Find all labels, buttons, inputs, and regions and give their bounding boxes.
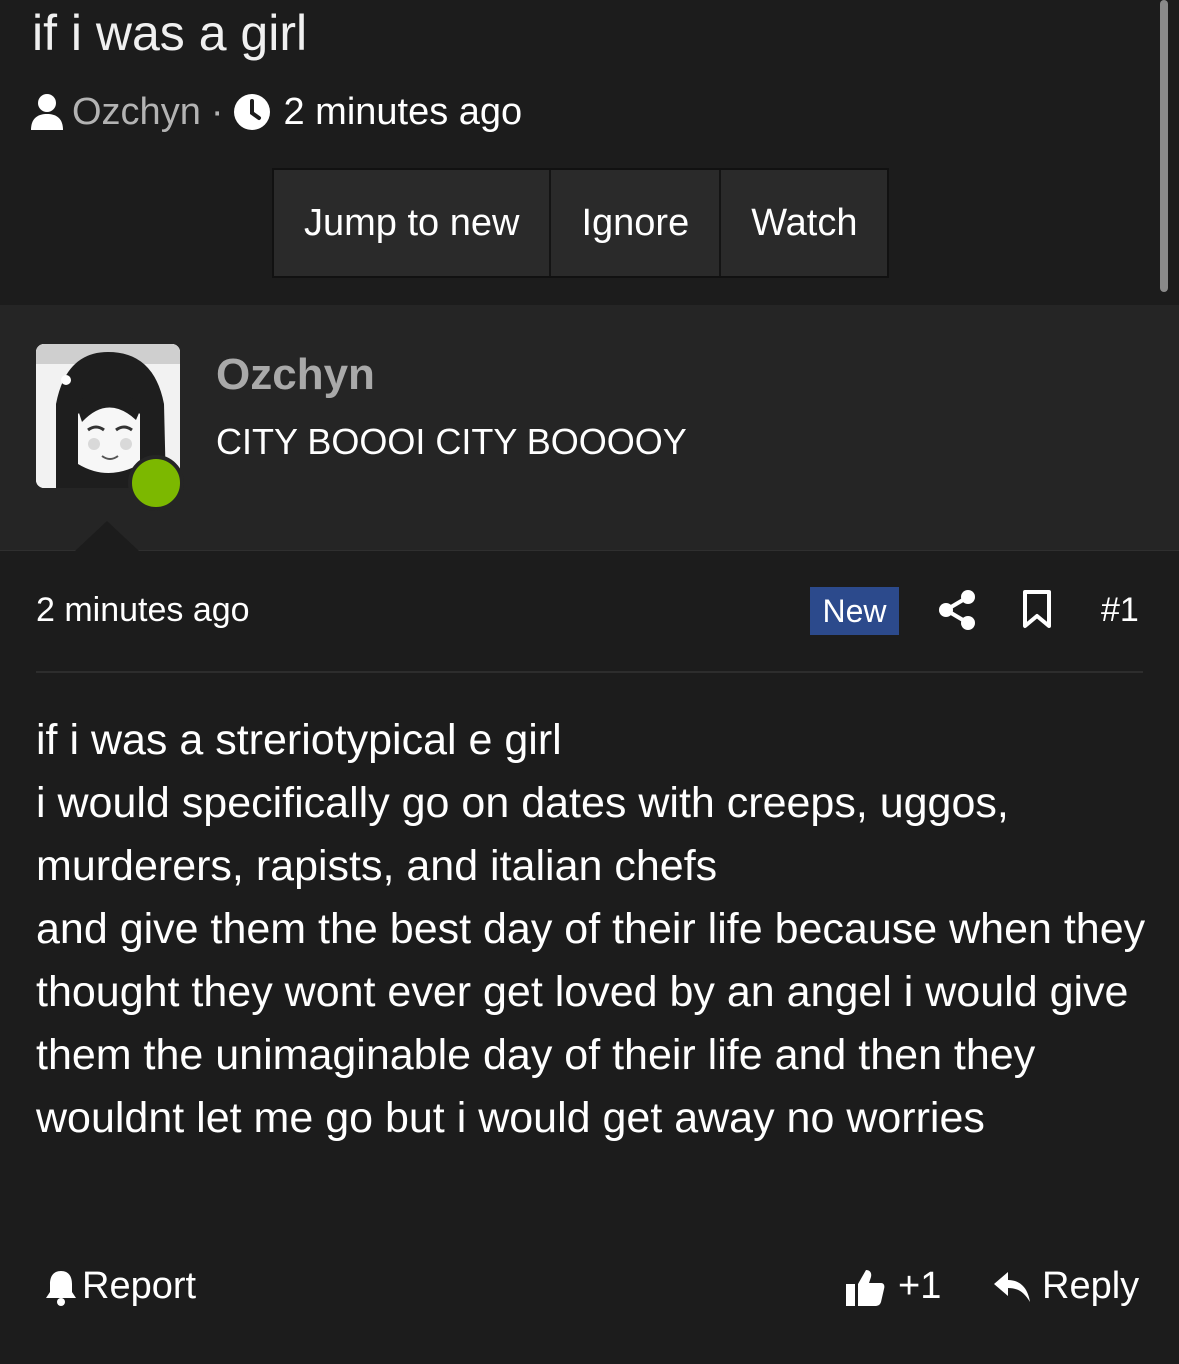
report-label: Report [82,1265,197,1307]
watch-button[interactable]: Watch [721,170,887,276]
thread-author-link[interactable]: Ozchyn [72,91,201,134]
thread-header: if i was a girl Ozchyn · 2 minutes ago J… [0,0,1179,305]
post-content: 2 minutes ago New #1 if i was a streriot… [0,551,1179,1364]
thread-action-buttons: Jump to new Ignore Watch [272,168,890,278]
thread-meta: Ozchyn · 2 minutes ago [30,88,522,136]
post-username[interactable]: Ozchyn [216,350,375,400]
meta-separator: · [210,90,224,133]
thread-time: 2 minutes ago [283,90,523,133]
bookmark-icon[interactable] [1022,589,1052,634]
scrollbar[interactable] [1160,0,1168,292]
like-button[interactable]: +1 [844,1265,941,1308]
new-badge: New [810,587,899,635]
bell-icon [44,1268,78,1306]
online-indicator [128,455,184,511]
thread-title: if i was a girl [32,5,308,61]
post-time[interactable]: 2 minutes ago [36,591,250,630]
like-count: +1 [898,1265,942,1307]
clock-icon [233,93,271,131]
user-title: CITY BOOOI CITY BOOOOY [216,421,687,462]
message-arrow [75,521,139,551]
post-body-line: i would specifically go on dates with cr… [36,779,1009,890]
post-body: if i was a streriotypical e girl i would… [36,709,1146,1150]
post-body-line: if i was a streriotypical e girl [36,716,562,764]
post-user-panel: Ozchyn CITY BOOOI CITY BOOOOY [0,305,1179,552]
divider [36,671,1143,673]
report-button[interactable]: Report [44,1265,196,1308]
jump-to-new-button[interactable]: Jump to new [274,170,552,276]
reply-label: Reply [1042,1265,1140,1307]
reply-button[interactable]: Reply [992,1265,1139,1308]
post-body-line: and give them the best day of their life… [36,905,1146,1142]
thumbs-up-icon [844,1266,886,1308]
post-number-link[interactable]: #1 [1101,591,1139,630]
share-icon[interactable] [938,589,976,636]
reply-icon [992,1269,1032,1305]
ignore-button[interactable]: Ignore [551,170,722,276]
user-icon [30,93,64,131]
